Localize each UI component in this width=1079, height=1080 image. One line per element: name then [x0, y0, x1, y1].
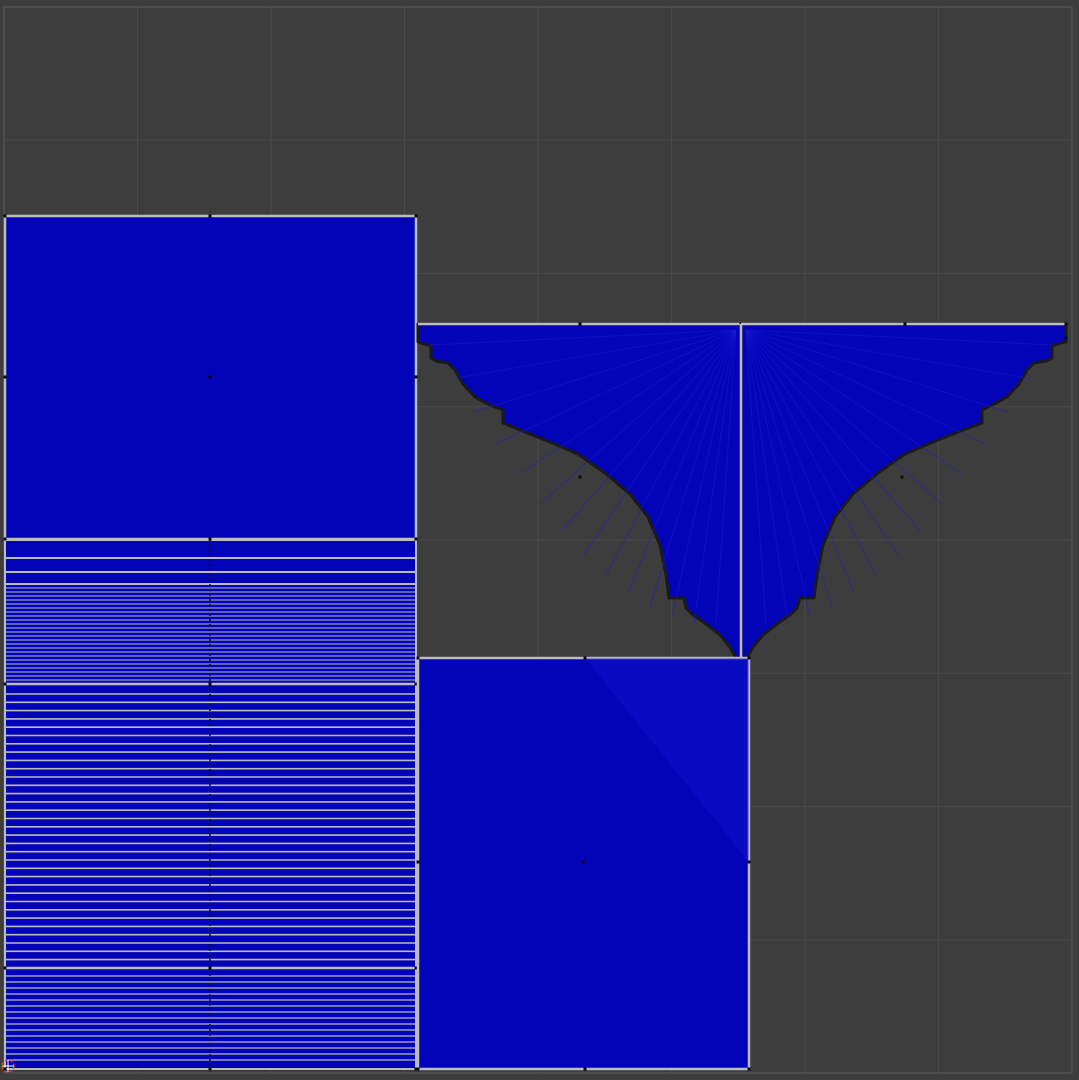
- uv-vertex: [3, 537, 7, 541]
- uv-vertex: [3, 214, 7, 218]
- uv-canvas[interactable]: [0, 0, 1079, 1080]
- uv-vertex: [900, 475, 904, 479]
- uv-vertex: [208, 966, 212, 970]
- cornice-profile-right: [739, 322, 1068, 660]
- uv-vertex: [208, 214, 212, 218]
- uv-vertex: [208, 1067, 212, 1071]
- uv-face: [416, 322, 743, 660]
- uv-vertex: [416, 860, 420, 864]
- uv-vertex: [581, 860, 585, 864]
- uv-vertex: [3, 682, 7, 686]
- uv-vertex: [747, 860, 751, 864]
- uv-vertex: [3, 375, 7, 379]
- uv-vertex: [1064, 336, 1068, 340]
- uv-vertex: [416, 1067, 420, 1071]
- uv-face: [739, 322, 1068, 660]
- uv-vertex: [747, 656, 751, 660]
- uv-vertex: [3, 1067, 7, 1071]
- uv-vertex: [414, 214, 418, 218]
- uv-vertex: [414, 375, 418, 379]
- uv-islands: [3, 214, 1068, 1071]
- uv-vertex: [747, 1067, 751, 1071]
- uv-vertex: [208, 682, 212, 686]
- uv-editor-viewport[interactable]: [0, 0, 1079, 1080]
- uv-vertex: [208, 375, 212, 379]
- lower-middle-square-face: [416, 656, 751, 1071]
- uv-vertex: [903, 322, 907, 326]
- cornice-profile-left: [416, 322, 743, 660]
- uv-vertex: [3, 966, 7, 970]
- uv-vertex: [578, 475, 582, 479]
- uv-vertex: [416, 656, 420, 660]
- left-strip-faces: [3, 537, 418, 1071]
- uv-vertex: [583, 656, 587, 660]
- upper-left-square-face: [3, 214, 418, 541]
- uv-vertex: [414, 537, 418, 541]
- uv-vertex: [1064, 322, 1068, 326]
- uv-vertex: [208, 537, 212, 541]
- uv-vertex: [578, 322, 582, 326]
- uv-vertex: [583, 1067, 587, 1071]
